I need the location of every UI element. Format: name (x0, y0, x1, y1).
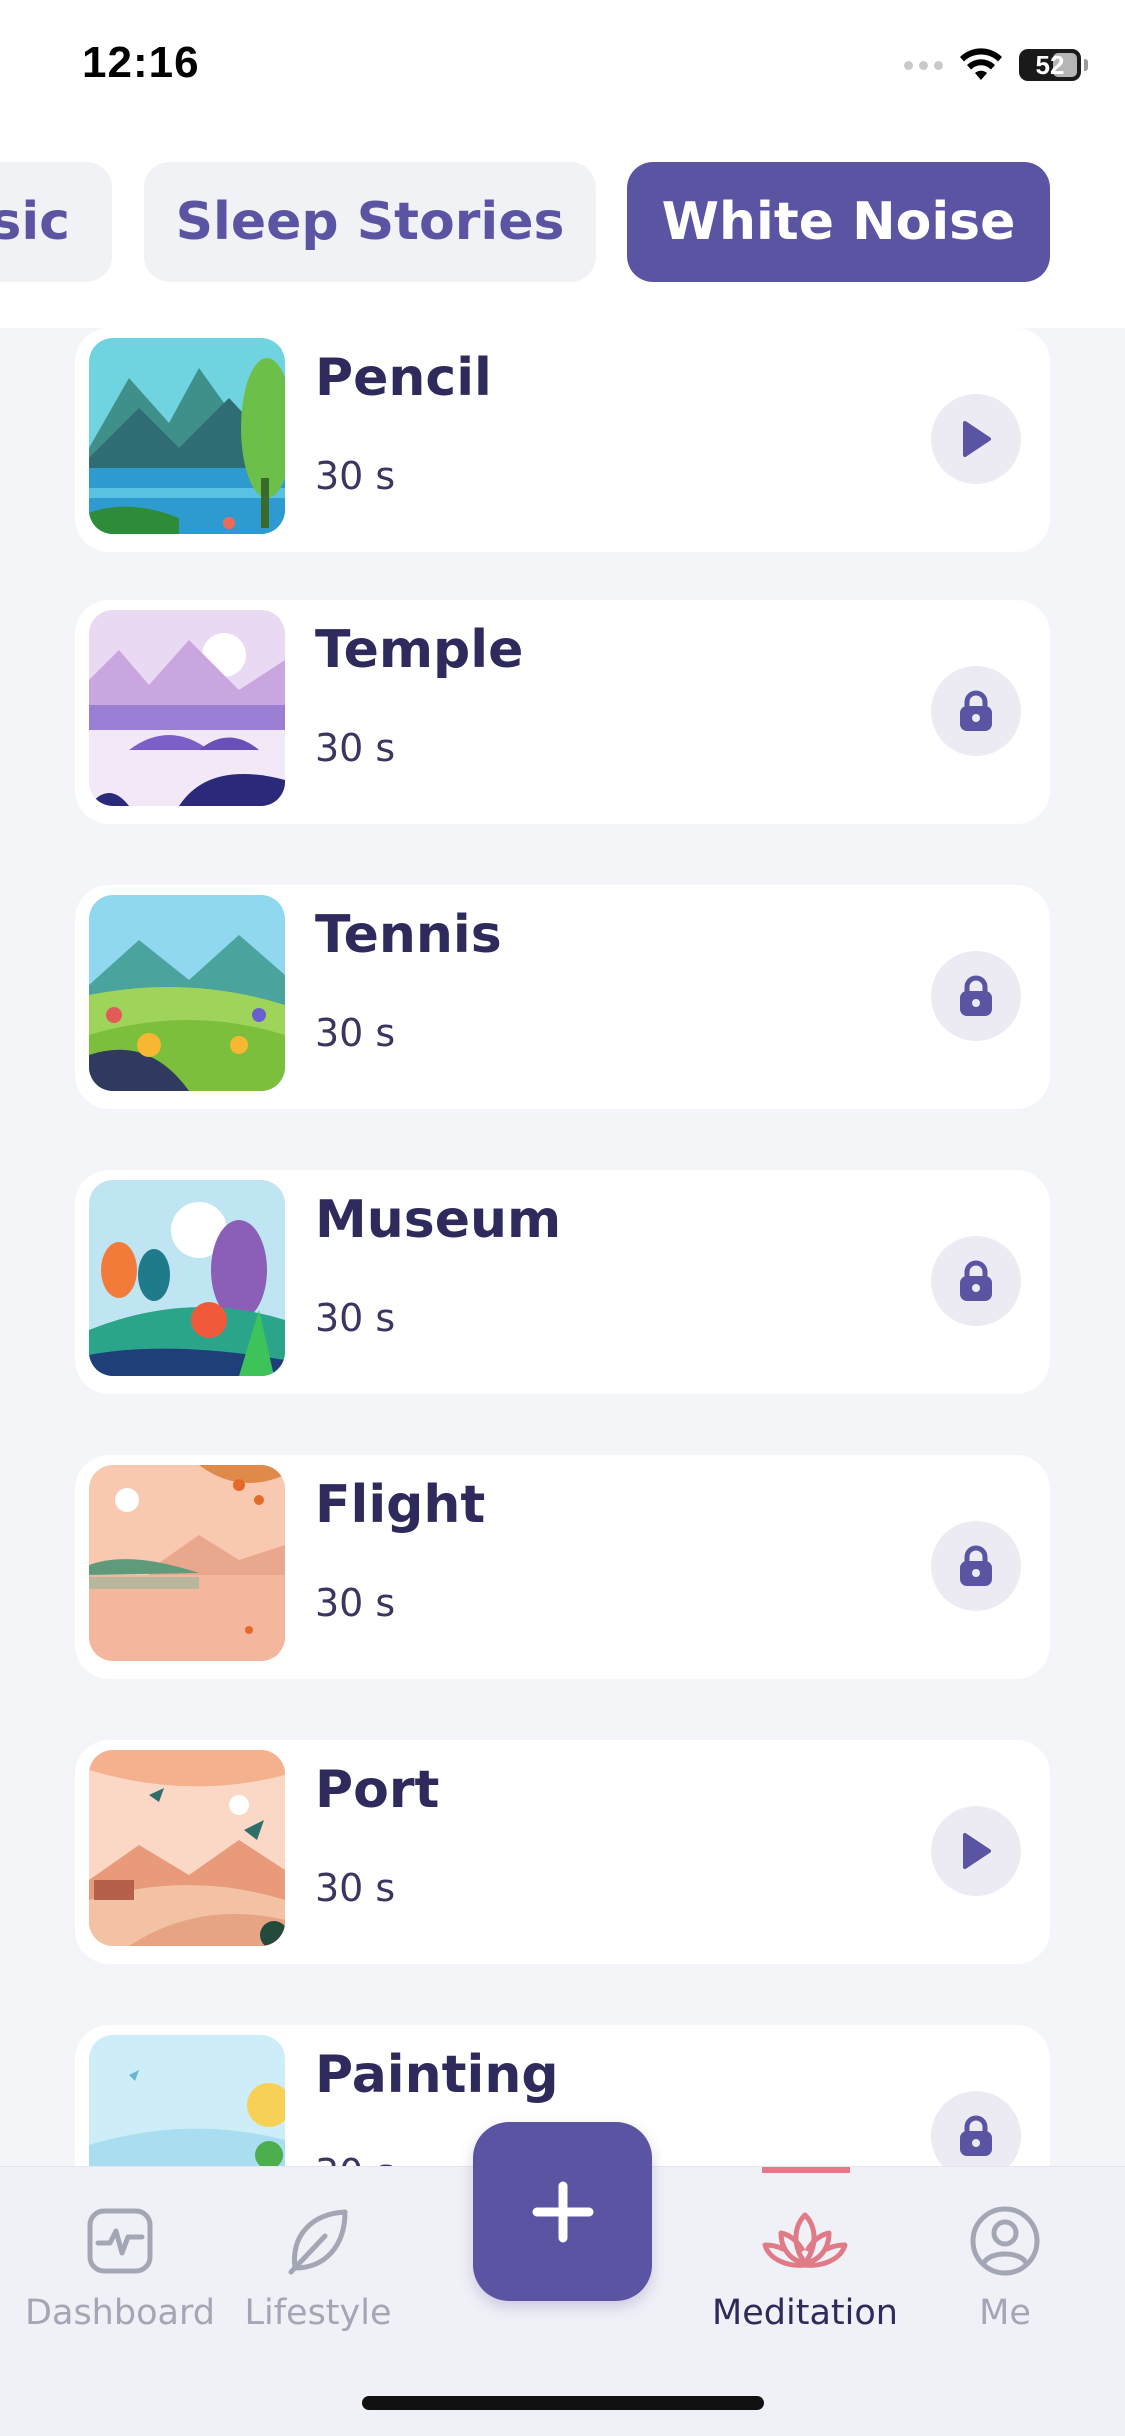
wifi-icon (959, 48, 1003, 82)
user-icon (905, 2203, 1105, 2279)
home-indicator (362, 2396, 764, 2410)
cellular-signal-icon (904, 60, 943, 70)
play-button[interactable] (931, 394, 1021, 484)
nav-label: Meditation (712, 2293, 898, 2333)
lock-icon (960, 975, 992, 1016)
locked-button[interactable] (931, 666, 1021, 756)
sound-title: Museum (315, 1190, 562, 1250)
list-item[interactable]: Museum 30 s (75, 1170, 1050, 1394)
leaf-icon (218, 2203, 418, 2279)
list-item[interactable]: Temple 30 s (75, 600, 1050, 824)
locked-button[interactable] (931, 2091, 1021, 2166)
tab-music[interactable]: sic (0, 162, 112, 282)
nav-label: Me (979, 2293, 1031, 2333)
lock-icon (960, 1260, 992, 1301)
sound-duration: 30 s (315, 454, 396, 498)
sound-title: Pencil (315, 348, 492, 408)
locked-button[interactable] (931, 951, 1021, 1041)
sound-title: Tennis (315, 905, 502, 965)
thumbnail-image (89, 338, 285, 534)
nav-me[interactable]: Me (905, 2203, 1105, 2333)
list-item[interactable]: Pencil 30 s (75, 328, 1050, 552)
sound-duration: 30 s (315, 726, 396, 770)
category-tabs: sic Sleep Stories White Noise (0, 140, 1125, 328)
thumbnail-image (89, 1750, 285, 1946)
tab-label: Sleep Stories (175, 192, 565, 252)
locked-button[interactable] (931, 1236, 1021, 1326)
sound-title: Painting (315, 2045, 559, 2105)
pulse-icon (20, 2203, 220, 2279)
sound-duration: 30 s (315, 2151, 395, 2166)
add-button[interactable] (473, 2122, 652, 2301)
play-icon (963, 421, 991, 457)
thumbnail-image (89, 895, 285, 1091)
play-icon (963, 1833, 991, 1869)
sound-title: Port (315, 1760, 440, 1820)
sound-duration: 30 s (315, 1581, 396, 1625)
lock-icon (960, 2115, 992, 2156)
tab-label: sic (0, 192, 70, 252)
status-bar: 12:16 52 (0, 0, 1125, 140)
list-item[interactable]: Flight 30 s (75, 1455, 1050, 1679)
nav-lifestyle[interactable]: Lifestyle (218, 2203, 418, 2333)
sound-duration: 30 s (315, 1296, 396, 1340)
battery-icon: 52 (1019, 49, 1088, 81)
lock-icon (960, 1545, 992, 1586)
thumbnail-image (89, 1180, 285, 1376)
status-time: 12:16 (82, 38, 200, 87)
battery-level: 52 (1035, 49, 1065, 80)
locked-button[interactable] (931, 1521, 1021, 1611)
sound-duration: 30 s (315, 1011, 396, 1055)
list-item[interactable]: Tennis 30 s (75, 885, 1050, 1109)
sound-list: Pencil 30 s Temple 30 s Tennis 30 s Muse… (0, 328, 1125, 2166)
tab-sleep-stories[interactable]: Sleep Stories (144, 162, 596, 282)
play-button[interactable] (931, 1806, 1021, 1896)
lock-icon (960, 690, 992, 731)
lotus-icon (705, 2203, 905, 2279)
thumbnail-image (89, 1465, 285, 1661)
nav-label: Dashboard (25, 2293, 215, 2333)
tab-label: White Noise (661, 192, 1016, 252)
status-indicators: 52 (904, 48, 1088, 82)
sound-duration: 30 s (315, 1866, 396, 1910)
thumbnail-image (89, 2035, 285, 2166)
sound-title: Temple (315, 620, 524, 680)
plus-icon (532, 2181, 593, 2242)
nav-meditation[interactable]: Meditation (705, 2203, 905, 2333)
nav-dashboard[interactable]: Dashboard (20, 2203, 220, 2333)
sound-title: Flight (315, 1475, 486, 1535)
tab-white-noise[interactable]: White Noise (627, 162, 1050, 282)
nav-label: Lifestyle (244, 2293, 392, 2333)
thumbnail-image (89, 610, 285, 806)
list-item[interactable]: Port 30 s (75, 1740, 1050, 1964)
active-tab-indicator (762, 2167, 850, 2173)
